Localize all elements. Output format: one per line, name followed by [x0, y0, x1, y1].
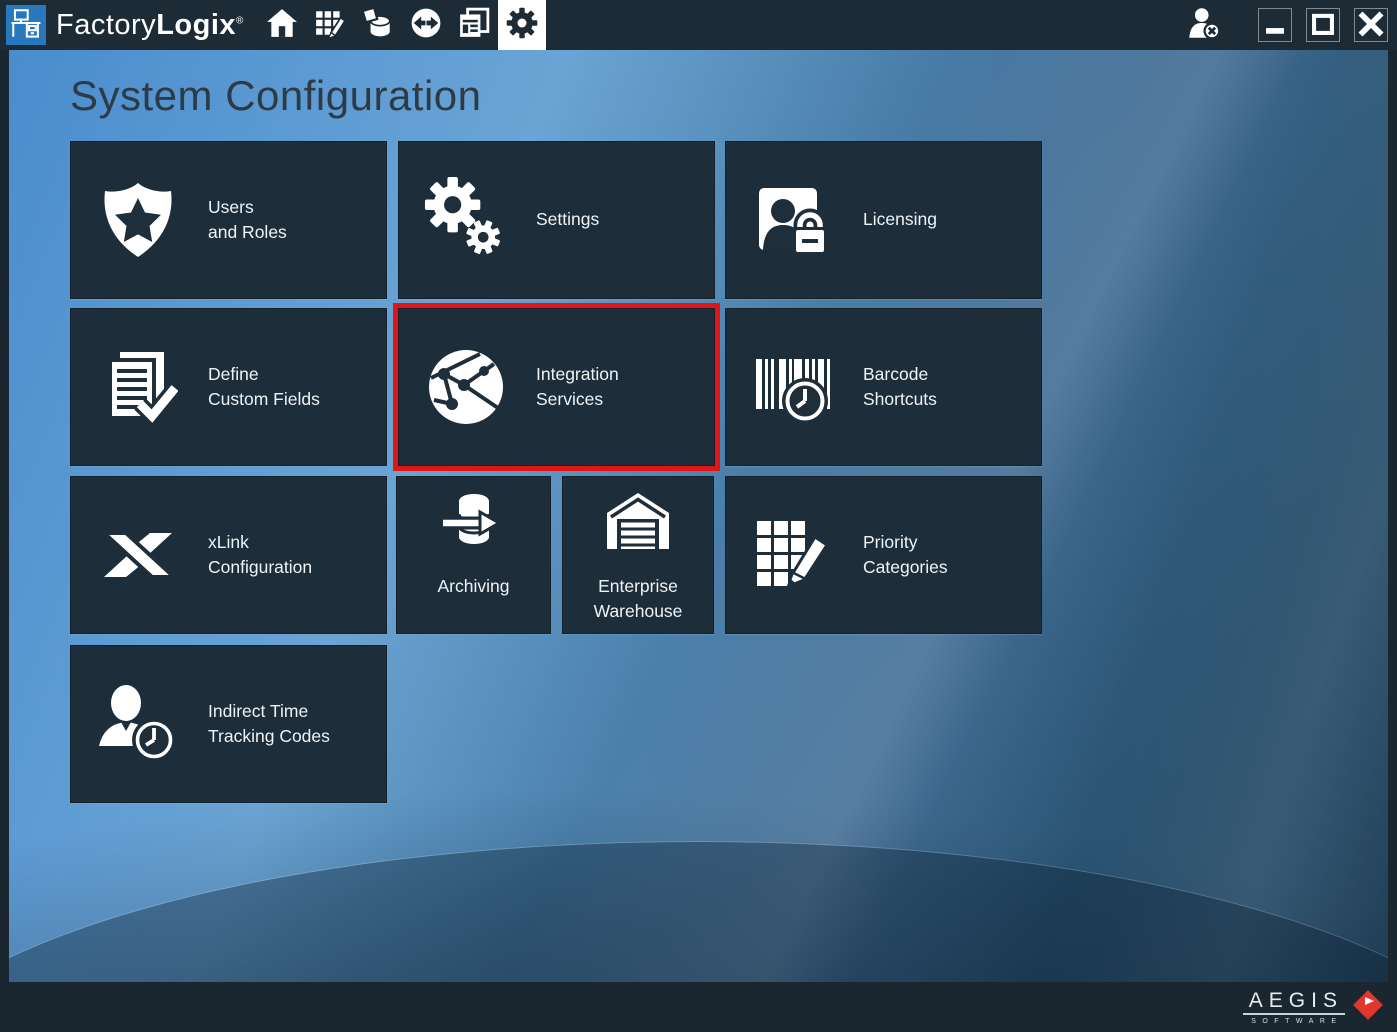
- factorylogix-logo: [6, 5, 46, 45]
- tile-users-and-roles[interactable]: Users and Roles: [70, 141, 387, 299]
- window-controls: [1258, 8, 1388, 42]
- nav-home-button[interactable]: [258, 0, 306, 50]
- tile-label: Users and Roles: [208, 195, 287, 246]
- document-check-icon: [96, 345, 180, 429]
- tile-xlink-configuration[interactable]: xLink Configuration: [70, 476, 387, 634]
- globe-network-icon: [424, 345, 508, 429]
- page-title: System Configuration: [70, 72, 482, 120]
- brand-name-bold: Logix: [156, 9, 236, 41]
- tile-label: Archiving: [438, 574, 510, 599]
- brand-name: FactoryLogix®: [56, 9, 244, 42]
- barcode-clock-icon: [751, 345, 835, 429]
- aegis-brand-name: AEGIS: [1243, 990, 1345, 1015]
- home-icon: [266, 7, 298, 44]
- tile-label: Licensing: [863, 207, 937, 232]
- grid-pencil-large-icon: [751, 513, 835, 597]
- aegis-logo: AEGIS SOFTWARE: [1243, 988, 1385, 1027]
- xlink-logo-icon: [96, 513, 180, 597]
- tile-define-custom-fields[interactable]: Define Custom Fields: [70, 308, 387, 466]
- minimize-button[interactable]: [1258, 8, 1292, 42]
- tile-barcode-shortcuts[interactable]: Barcode Shortcuts: [725, 308, 1042, 466]
- nav-documents-button[interactable]: [450, 0, 498, 50]
- gears-icon: [424, 178, 508, 262]
- nav-work-orders-button[interactable]: [306, 0, 354, 50]
- grid-pencil-icon: [314, 7, 346, 44]
- warehouse-icon: [602, 488, 674, 560]
- tile-integration-services[interactable]: Integration Services: [398, 308, 715, 466]
- id-card-lock-icon: [751, 178, 835, 262]
- close-button[interactable]: [1354, 8, 1388, 42]
- minimize-icon: [1262, 11, 1288, 40]
- wallpaper-background: System Configuration Users and Roles: [9, 50, 1388, 982]
- desk-computer-icon: [9, 6, 43, 45]
- user-signout-button[interactable]: [1184, 5, 1224, 45]
- nav-materials-button[interactable]: [354, 0, 402, 50]
- tile-label: Priority Categories: [863, 530, 948, 581]
- tile-settings[interactable]: Settings: [398, 141, 715, 299]
- maximize-button[interactable]: [1306, 8, 1340, 42]
- tile-priority-categories[interactable]: Priority Categories: [725, 476, 1042, 634]
- tile-label: Enterprise Warehouse: [594, 574, 683, 625]
- person-clock-icon: [96, 682, 180, 766]
- tile-label: Settings: [536, 207, 599, 232]
- tile-label: Integration Services: [536, 362, 619, 413]
- tile-archiving[interactable]: Archiving: [396, 476, 551, 634]
- shield-star-icon: [96, 178, 180, 262]
- brand-name-light: Factory: [56, 9, 156, 41]
- tile-label: Indirect Time Tracking Codes: [208, 699, 330, 750]
- sync-arrows-icon: [410, 7, 442, 44]
- tile-licensing[interactable]: Licensing: [725, 141, 1042, 299]
- titlebar: FactoryLogix®: [0, 0, 1397, 50]
- tile-label: xLink Configuration: [208, 530, 312, 581]
- tile-label: Barcode Shortcuts: [863, 362, 937, 413]
- user-signed-out-icon: [1187, 6, 1221, 45]
- wallpaper-bottom-curve: [9, 842, 1388, 982]
- close-icon: [1357, 10, 1385, 41]
- aegis-brand-subtitle: SOFTWARE: [1245, 1018, 1342, 1025]
- app-window: FactoryLogix®: [0, 0, 1397, 1032]
- registered-mark: ®: [236, 15, 244, 26]
- database-arrow-icon: [438, 488, 510, 560]
- gear-icon: [504, 5, 540, 46]
- tile-label: Define Custom Fields: [208, 362, 320, 413]
- report-windows-icon: [458, 7, 490, 44]
- aegis-logo-text: AEGIS SOFTWARE: [1243, 990, 1345, 1025]
- tile-indirect-time-tracking-codes[interactable]: Indirect Time Tracking Codes: [70, 645, 387, 803]
- nav-system-configuration-button[interactable]: [498, 0, 546, 50]
- main-nav: [258, 0, 546, 50]
- materials-bin-icon: [362, 7, 394, 44]
- aegis-diamond-flag-icon: [1351, 988, 1385, 1027]
- footer-bar: AEGIS SOFTWARE: [0, 982, 1397, 1032]
- tile-enterprise-warehouse[interactable]: Enterprise Warehouse: [562, 476, 714, 634]
- nav-data-exchange-button[interactable]: [402, 0, 450, 50]
- maximize-icon: [1310, 11, 1336, 40]
